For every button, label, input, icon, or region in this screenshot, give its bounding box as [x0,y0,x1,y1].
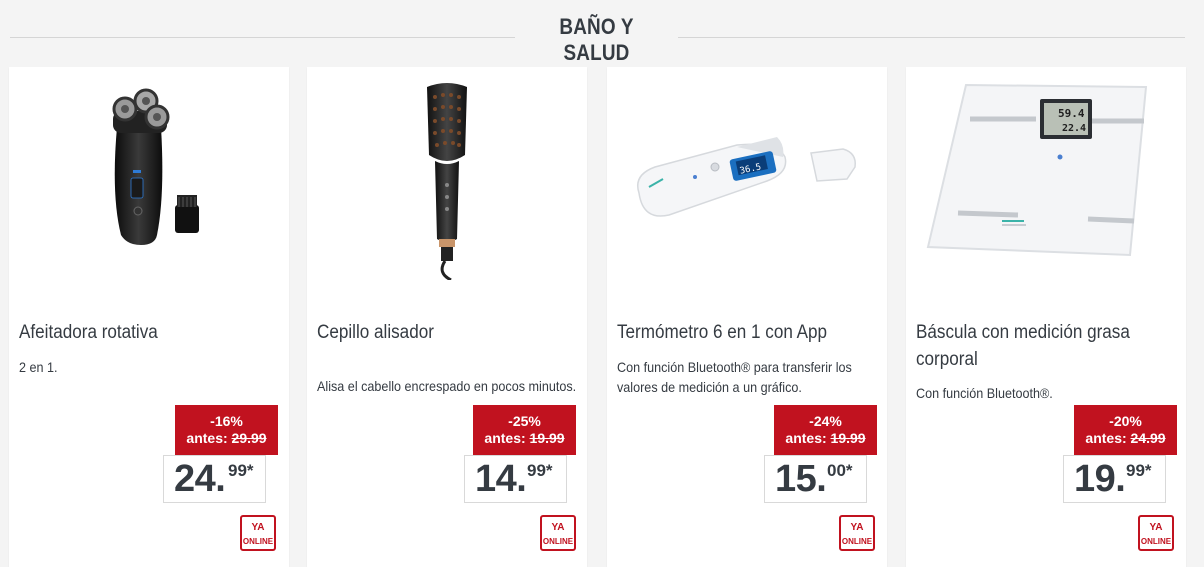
product-description: 2 en 1. [19,359,58,375]
ya-online-badge[interactable]: YA ONLINE [1138,515,1174,551]
price-box: 15. 00* [764,455,867,503]
price-cents: 00* [827,461,853,480]
divider [678,37,1185,38]
product-title[interactable]: Afeitadora rotativa [19,319,280,346]
discount-percent: -24% [809,413,842,429]
price-cents: 99* [527,461,553,480]
price-main: 19. [1074,458,1126,500]
discount-label: -20% antes: 24.99 [1074,405,1177,455]
ya-online-badge[interactable]: YA ONLINE [839,515,875,551]
antes-label: antes: [484,430,526,446]
price-box: 19. 99* [1063,455,1166,503]
ya-online-badge[interactable]: YA ONLINE [540,515,576,551]
old-price: 24.99 [1130,430,1166,446]
price-cents: 99* [1126,461,1152,480]
old-price: 29.99 [231,430,267,446]
scale-display-line1: 59.4 [1058,107,1085,120]
antes-label: antes: [186,430,228,446]
rotary-shaver-image [112,88,199,245]
product-title[interactable]: Báscula con medición grasa corporal [916,319,1177,373]
discount-percent: -20% [1109,413,1142,429]
product-image[interactable] [307,75,587,282]
discount-percent: -16% [210,413,243,429]
ya-online-badge[interactable]: YA ONLINE [240,515,276,551]
old-price: 19.99 [830,430,866,446]
product-card[interactable]: Afeitadora rotativa 2 en 1. -16% antes: … [9,67,289,567]
old-price: 19.99 [529,430,565,446]
product-image[interactable] [9,75,289,280]
product-title[interactable]: Cepillo alisador [317,319,578,346]
price-main: 24. [174,458,226,500]
product-card[interactable]: 36.5 Termómetro 6 en 1 con App Con funci… [607,67,887,567]
discount-label: -24% antes: 19.99 [774,405,877,455]
product-card[interactable]: Cepillo alisador Alisa el cabello encres… [307,67,587,567]
product-title[interactable]: Termómetro 6 en 1 con App [617,319,878,346]
section-title: BAÑO Y SALUD [559,14,634,65]
divider [10,37,515,38]
discount-label: -25% antes: 19.99 [473,405,576,455]
price-cents: 99* [228,461,254,480]
scale-display-line2: 22.4 [1062,123,1086,134]
straightening-brush-image [427,83,467,282]
product-description: Alisa el cabello encrespado en pocos min… [317,378,577,394]
price-main: 15. [775,458,827,500]
thermometer-image: 36.5 [637,137,856,217]
product-image[interactable]: 36.5 [607,75,887,280]
product-image[interactable]: 59.4 22.4 [906,75,1186,280]
product-card[interactable]: 59.4 22.4 Báscula con medición grasa cor… [906,67,1186,567]
discount-percent: -25% [508,413,541,429]
antes-label: antes: [1085,430,1127,446]
product-description: Con función Bluetooth®. [916,385,1053,401]
price-box: 14. 99* [464,455,567,503]
price-box: 24. 99* [163,455,266,503]
product-description: Con función Bluetooth® para transferir l… [617,359,852,395]
antes-label: antes: [785,430,827,446]
discount-label: -16% antes: 29.99 [175,405,278,455]
price-main: 14. [475,458,527,500]
section-header: BAÑO Y SALUD [0,14,1204,65]
bathroom-scale-image: 59.4 22.4 [926,83,1148,257]
